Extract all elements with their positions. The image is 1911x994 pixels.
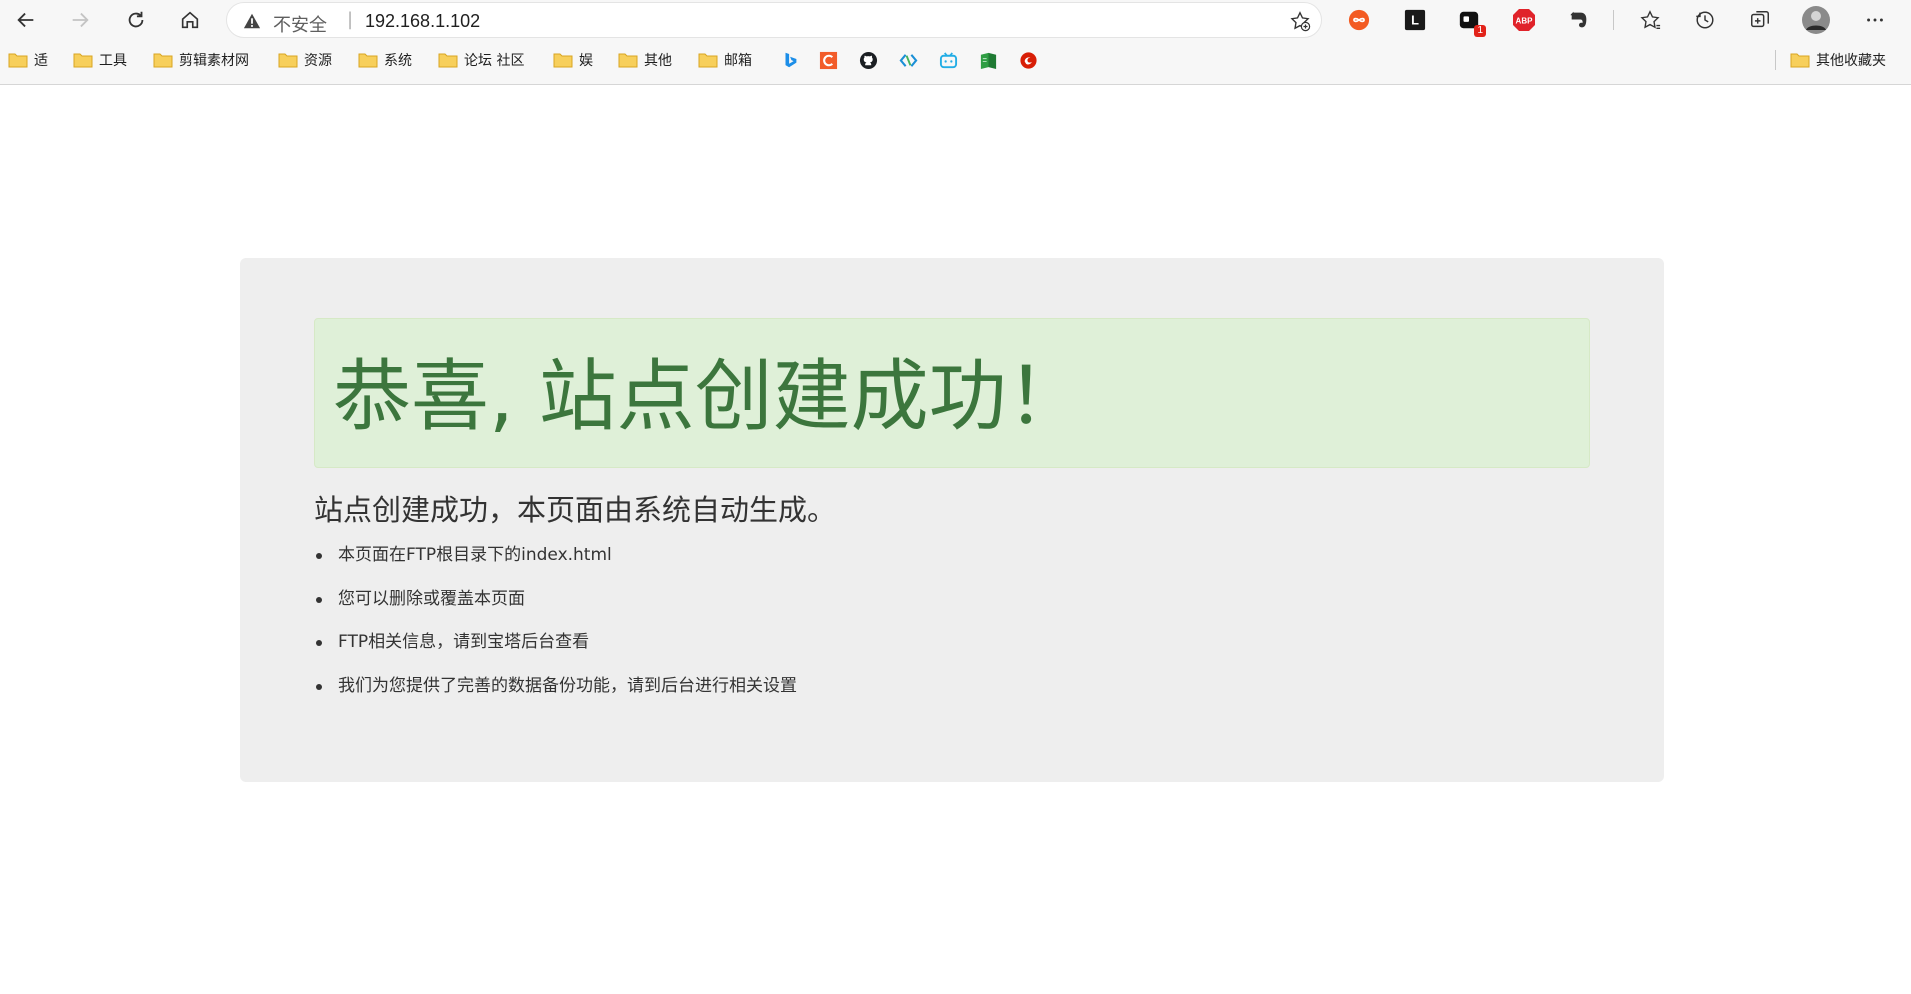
adblock-icon: ABP: [1513, 9, 1535, 31]
folder-icon: [553, 53, 573, 68]
folder-icon: [438, 53, 458, 68]
folder-icon: [618, 53, 638, 68]
bookmark-label: 论坛 社区: [464, 53, 525, 69]
notification-badge: 1: [1474, 25, 1486, 37]
extension-notification[interactable]: 1: [1456, 7, 1486, 37]
folder-icon: [153, 53, 173, 68]
collections-icon: [1751, 11, 1769, 28]
bookmark-folder[interactable]: 论坛 社区: [438, 48, 524, 72]
github-icon: [859, 51, 877, 69]
green-book-icon: [980, 52, 996, 69]
success-heading: 恭喜, 站点创建成功！: [333, 352, 1085, 442]
profile-avatar[interactable]: [1801, 5, 1831, 35]
info-list: 本页面在FTP根目录下的index.html 您可以删除或覆盖本页面 FTP相关…: [314, 543, 797, 717]
bookmark-folder[interactable]: 剪辑素材网: [153, 48, 249, 72]
bookmark-c-site[interactable]: [818, 50, 838, 70]
bookmark-label: 工具: [99, 53, 127, 69]
history-icon: [1696, 11, 1714, 29]
list-item: FTP相关信息，请到宝塔后台查看: [314, 630, 797, 674]
lol-icon: L: [1404, 9, 1426, 31]
bookmark-label: 剪辑素材网: [179, 53, 249, 69]
bookmark-folder[interactable]: 系统: [358, 48, 412, 72]
more-horizontal-icon: [1867, 18, 1883, 22]
warning-icon[interactable]: [243, 12, 261, 30]
bookmark-red-logo[interactable]: [1018, 50, 1038, 70]
folder-icon: [698, 53, 718, 68]
history-button[interactable]: [1692, 7, 1718, 33]
folder-icon: [278, 53, 298, 68]
bookmark-folder[interactable]: 工具: [73, 48, 127, 72]
bookmark-label: 娱: [579, 53, 593, 69]
extension-infinity[interactable]: [1346, 7, 1372, 33]
svg-text:ABP: ABP: [1516, 17, 1534, 26]
settings-more-button[interactable]: [1862, 7, 1888, 33]
collections-button[interactable]: [1747, 7, 1773, 33]
back-button[interactable]: [10, 4, 42, 36]
bookmark-bilibili[interactable]: [938, 50, 958, 70]
url-text[interactable]: 192.168.1.102: [365, 11, 480, 32]
other-bookmarks-label: 其他收藏夹: [1816, 53, 1886, 69]
bookmark-green-book[interactable]: [978, 50, 998, 70]
browser-toolbar: 不安全 | 192.168.1.102 L 1 ABP: [0, 0, 1911, 40]
bookmark-github[interactable]: [858, 50, 878, 70]
extension-adblock[interactable]: ABP: [1511, 7, 1537, 33]
folder-icon: [1790, 53, 1810, 68]
toolbar-divider: [1613, 10, 1614, 30]
svg-text:L: L: [1411, 13, 1419, 28]
bookmark-folder[interactable]: 适: [8, 48, 48, 72]
page-subtitle: 站点创建成功，本页面由系统自动生成。: [314, 493, 837, 527]
bookmark-label: 系统: [384, 53, 412, 69]
forward-button[interactable]: [64, 4, 96, 36]
evernote-icon: [1570, 11, 1587, 28]
bookmark-folder[interactable]: 资源: [278, 48, 332, 72]
extension-evernote[interactable]: [1566, 7, 1592, 33]
favorites-star-icon: [1640, 10, 1661, 29]
bookmark-label: 邮箱: [724, 53, 752, 69]
list-item: 我们为您提供了完善的数据备份功能，请到后台进行相关设置: [314, 674, 797, 718]
extension-lol[interactable]: L: [1402, 7, 1428, 33]
address-separator: |: [347, 9, 354, 30]
add-favorite-icon[interactable]: [1289, 10, 1311, 32]
bookmark-code-site[interactable]: [898, 50, 918, 70]
bookmark-folder[interactable]: 邮箱: [698, 48, 752, 72]
folder-icon: [8, 53, 28, 68]
list-item: 本页面在FTP根目录下的index.html: [314, 543, 797, 587]
folder-icon: [358, 53, 378, 68]
folder-icon: [73, 53, 93, 68]
home-icon: [181, 11, 199, 29]
bookmarks-divider: [1775, 50, 1776, 70]
infinity-icon: [1348, 9, 1370, 31]
home-button[interactable]: [174, 4, 206, 36]
bookmark-label: 适: [34, 53, 48, 69]
bing-icon: [785, 52, 797, 68]
reload-icon: [128, 11, 144, 28]
code-brackets-icon: [899, 53, 917, 67]
bilibili-icon: [939, 51, 957, 68]
c-logo-icon: [819, 51, 837, 69]
arrow-left-icon: [17, 12, 34, 28]
bookmark-label: 其他: [644, 53, 672, 69]
bookmark-folder[interactable]: 娱: [553, 48, 593, 72]
arrow-right-icon: [72, 12, 89, 28]
security-label[interactable]: 不安全: [273, 11, 327, 37]
avatar-icon: [1802, 6, 1830, 34]
content-panel: 恭喜, 站点创建成功！ 站点创建成功，本页面由系统自动生成。 本页面在FTP根目…: [240, 258, 1664, 782]
address-bar[interactable]: 不安全 | 192.168.1.102: [226, 2, 1322, 38]
reload-button[interactable]: [120, 4, 152, 36]
bookmark-label: 资源: [304, 53, 332, 69]
favorites-button[interactable]: [1637, 7, 1663, 33]
bookmark-bing[interactable]: [780, 50, 800, 70]
other-bookmarks-folder[interactable]: 其他收藏夹: [1790, 48, 1886, 72]
bookmark-folder[interactable]: 其他: [618, 48, 672, 72]
red-swirl-icon: [1019, 51, 1037, 69]
list-item: 您可以删除或覆盖本页面: [314, 587, 797, 631]
browser-chrome: 不安全 | 192.168.1.102 L 1 ABP 适 工具 剪辑素材网 资…: [0, 0, 1911, 85]
success-alert: 恭喜, 站点创建成功！: [314, 318, 1590, 468]
